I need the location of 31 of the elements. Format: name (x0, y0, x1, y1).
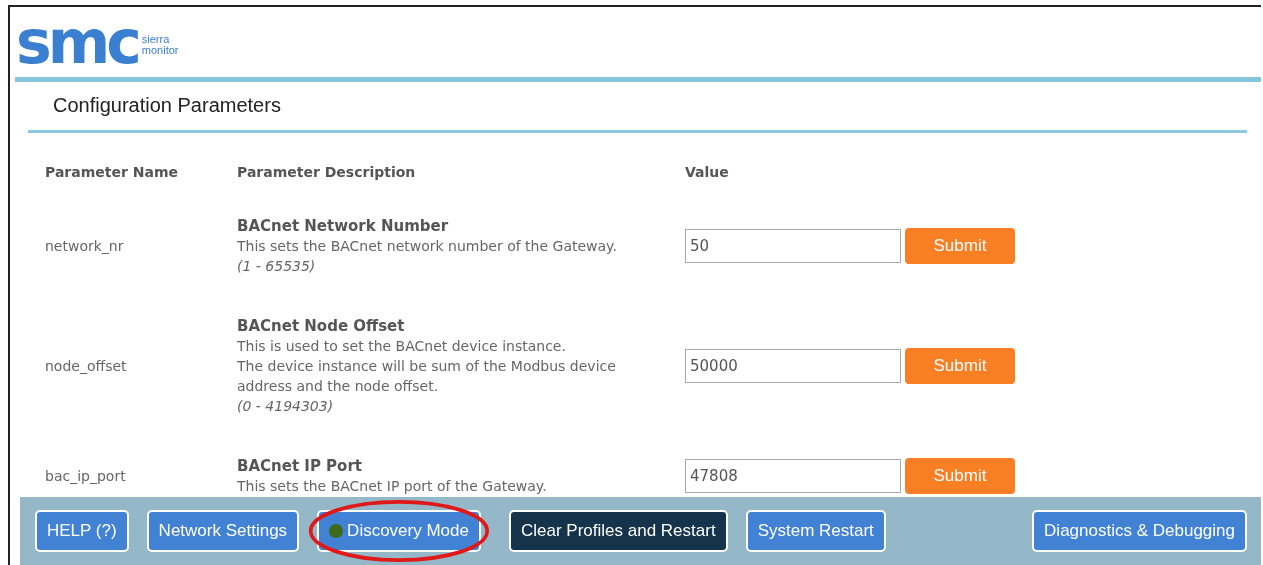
logo-mark: smc (16, 14, 138, 70)
nav-button[interactable]: HELP (?) (35, 510, 129, 552)
section-title: Configuration Parameters (52, 93, 282, 118)
value-input[interactable]: 50000 (685, 349, 901, 383)
parameter-name: bac_ip_port (45, 468, 127, 484)
parameter-title: BACnet Node Offset (237, 316, 406, 336)
nav-button[interactable]: Discovery Mode (317, 510, 481, 552)
parameter-range: (1 - 65535) (237, 257, 317, 276)
submit-button[interactable]: Submit (905, 458, 1015, 494)
parameter-description: This sets the BACnet IP port of the Gateway. (237, 477, 548, 496)
parameter-description: This is used to set the BACnet device instance. (237, 337, 567, 356)
nav-button[interactable]: Clear Profiles and Restart (509, 510, 728, 552)
value-input[interactable]: 50 (685, 229, 901, 263)
column-header: Parameter Description (237, 164, 417, 182)
parameter-name: network_nr (45, 238, 125, 254)
parameter-description: This sets the BACnet network number of the Gateway. (237, 237, 618, 256)
parameter-range: (0 - 4194303) (237, 397, 335, 416)
nav-button[interactable]: Network Settings (146, 510, 300, 552)
submit-button[interactable]: Submit (905, 228, 1015, 264)
parameter-description: address and the node offset. (237, 377, 440, 396)
column-header: Value (685, 164, 729, 182)
parameter-title: BACnet Network Number (237, 216, 450, 236)
parameter-name: node_offset (45, 358, 128, 374)
parameter-title: BACnet IP Port (237, 456, 363, 476)
value-input[interactable]: 47808 (685, 459, 901, 493)
parameter-description: The device instance will be sum of the Modbus device (237, 357, 617, 376)
logo-subtitle: sierra monitor (141, 34, 179, 56)
submit-button[interactable]: Submit (905, 348, 1015, 384)
nav-button[interactable]: Diagnostics & Debugging (1032, 510, 1247, 552)
column-header: Parameter Name (45, 164, 179, 182)
nav-button[interactable]: System Restart (745, 510, 886, 552)
